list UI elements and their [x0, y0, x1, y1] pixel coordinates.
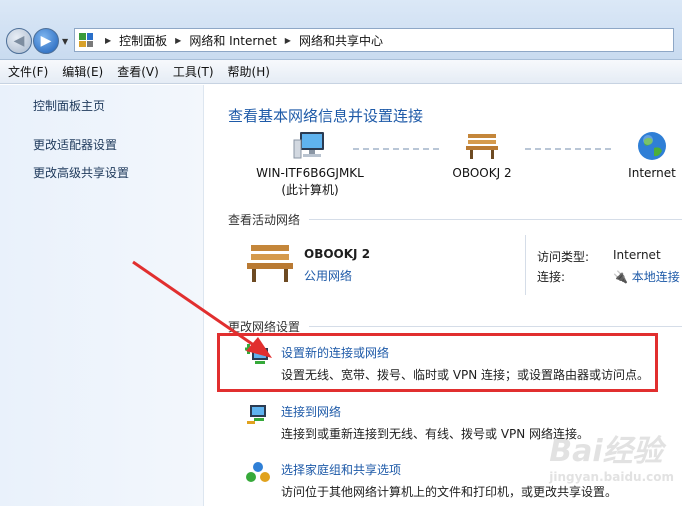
watermark: Bai经验 jingyan.baidu.com — [549, 434, 674, 484]
